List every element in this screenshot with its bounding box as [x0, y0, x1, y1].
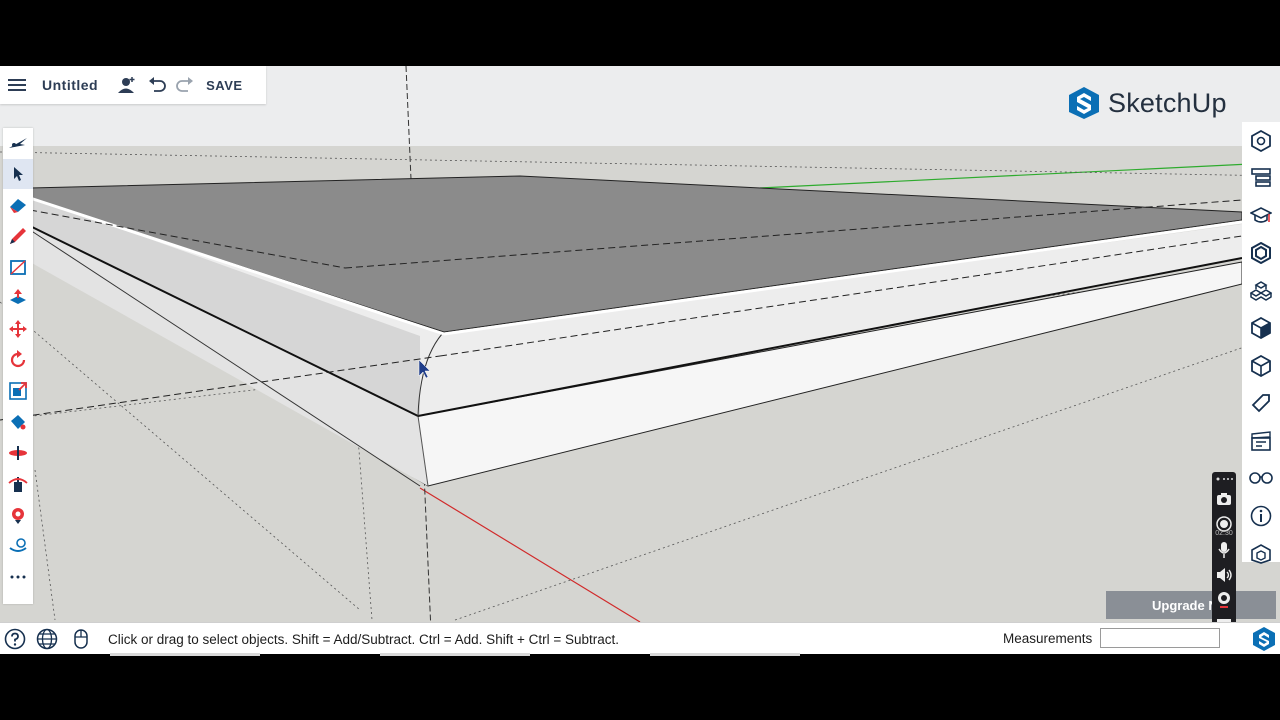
status-hint: Click or drag to select objects. Shift =…: [108, 631, 619, 647]
tags-icon[interactable]: [1242, 385, 1280, 423]
sketchup-logo: SketchUp: [1068, 86, 1227, 120]
redo-icon[interactable]: [174, 74, 196, 96]
sketchup-logo-icon: [1069, 87, 1099, 119]
pencil-icon[interactable]: [3, 221, 33, 251]
webcam-icon[interactable]: [1212, 587, 1236, 612]
undo-icon[interactable]: [146, 74, 168, 96]
brand-name: SketchUp: [1108, 87, 1227, 118]
orbit-icon[interactable]: [3, 469, 33, 499]
sketchup-app-icon[interactable]: [1252, 626, 1276, 654]
tape-measure-icon[interactable]: [3, 531, 33, 561]
green-axis: [759, 163, 1251, 189]
help-icon[interactable]: [2, 626, 28, 652]
entity-info-icon[interactable]: [1242, 122, 1280, 160]
app-window: Untitled SAVE SketchUp Upgrade N 02:30 C…: [0, 66, 1280, 654]
styles-icon[interactable]: [1242, 310, 1280, 348]
rotate-icon[interactable]: [3, 345, 33, 375]
more-icon[interactable]: [3, 562, 33, 592]
microphone-icon[interactable]: [1212, 537, 1236, 562]
speaker-icon[interactable]: [1212, 562, 1236, 587]
materials-icon[interactable]: [1242, 272, 1280, 310]
measurements-input[interactable]: [1100, 628, 1220, 648]
globe-icon[interactable]: [34, 626, 60, 652]
info-icon[interactable]: [1242, 497, 1280, 535]
3d-warehouse-icon[interactable]: [1242, 535, 1280, 573]
top-bar: Untitled SAVE: [0, 66, 266, 104]
scenes-icon[interactable]: [1242, 347, 1280, 385]
recording-time: 02:30: [1215, 530, 1233, 537]
search-icon[interactable]: [3, 128, 33, 158]
right-toolbar: [1242, 122, 1280, 565]
rectangle-icon[interactable]: [3, 252, 33, 282]
left-toolbar: [3, 128, 33, 604]
push-pull-icon[interactable]: [3, 283, 33, 313]
measurements-label: Measurements: [1003, 631, 1093, 646]
position-camera-icon[interactable]: [3, 500, 33, 530]
eraser-icon[interactable]: [3, 190, 33, 220]
display-icon[interactable]: [1242, 460, 1280, 498]
document-title[interactable]: Untitled: [42, 77, 98, 93]
paint-bucket-icon[interactable]: [3, 407, 33, 437]
outliner-icon[interactable]: [1242, 160, 1280, 198]
section-plane-icon[interactable]: [3, 438, 33, 468]
model-viewport[interactable]: [0, 66, 1280, 654]
move-icon[interactable]: [3, 314, 33, 344]
components-icon[interactable]: [1242, 235, 1280, 273]
soften-edges-icon[interactable]: [1242, 422, 1280, 460]
scale-icon[interactable]: [3, 376, 33, 406]
save-button[interactable]: SAVE: [206, 78, 242, 93]
instructor-icon[interactable]: [1242, 197, 1280, 235]
upgrade-button[interactable]: Upgrade N: [1106, 591, 1276, 619]
recorder-menu-icon[interactable]: [1212, 472, 1236, 486]
mouse-icon[interactable]: [68, 626, 94, 652]
hamburger-menu-icon[interactable]: [6, 74, 28, 96]
status-bar: Click or drag to select objects. Shift =…: [0, 622, 1280, 654]
red-axis: [419, 487, 641, 623]
window-bottom-tabs: [110, 653, 800, 656]
share-user-icon[interactable]: [116, 74, 138, 96]
camera-icon[interactable]: [1212, 486, 1236, 511]
select-icon[interactable]: [3, 159, 33, 189]
